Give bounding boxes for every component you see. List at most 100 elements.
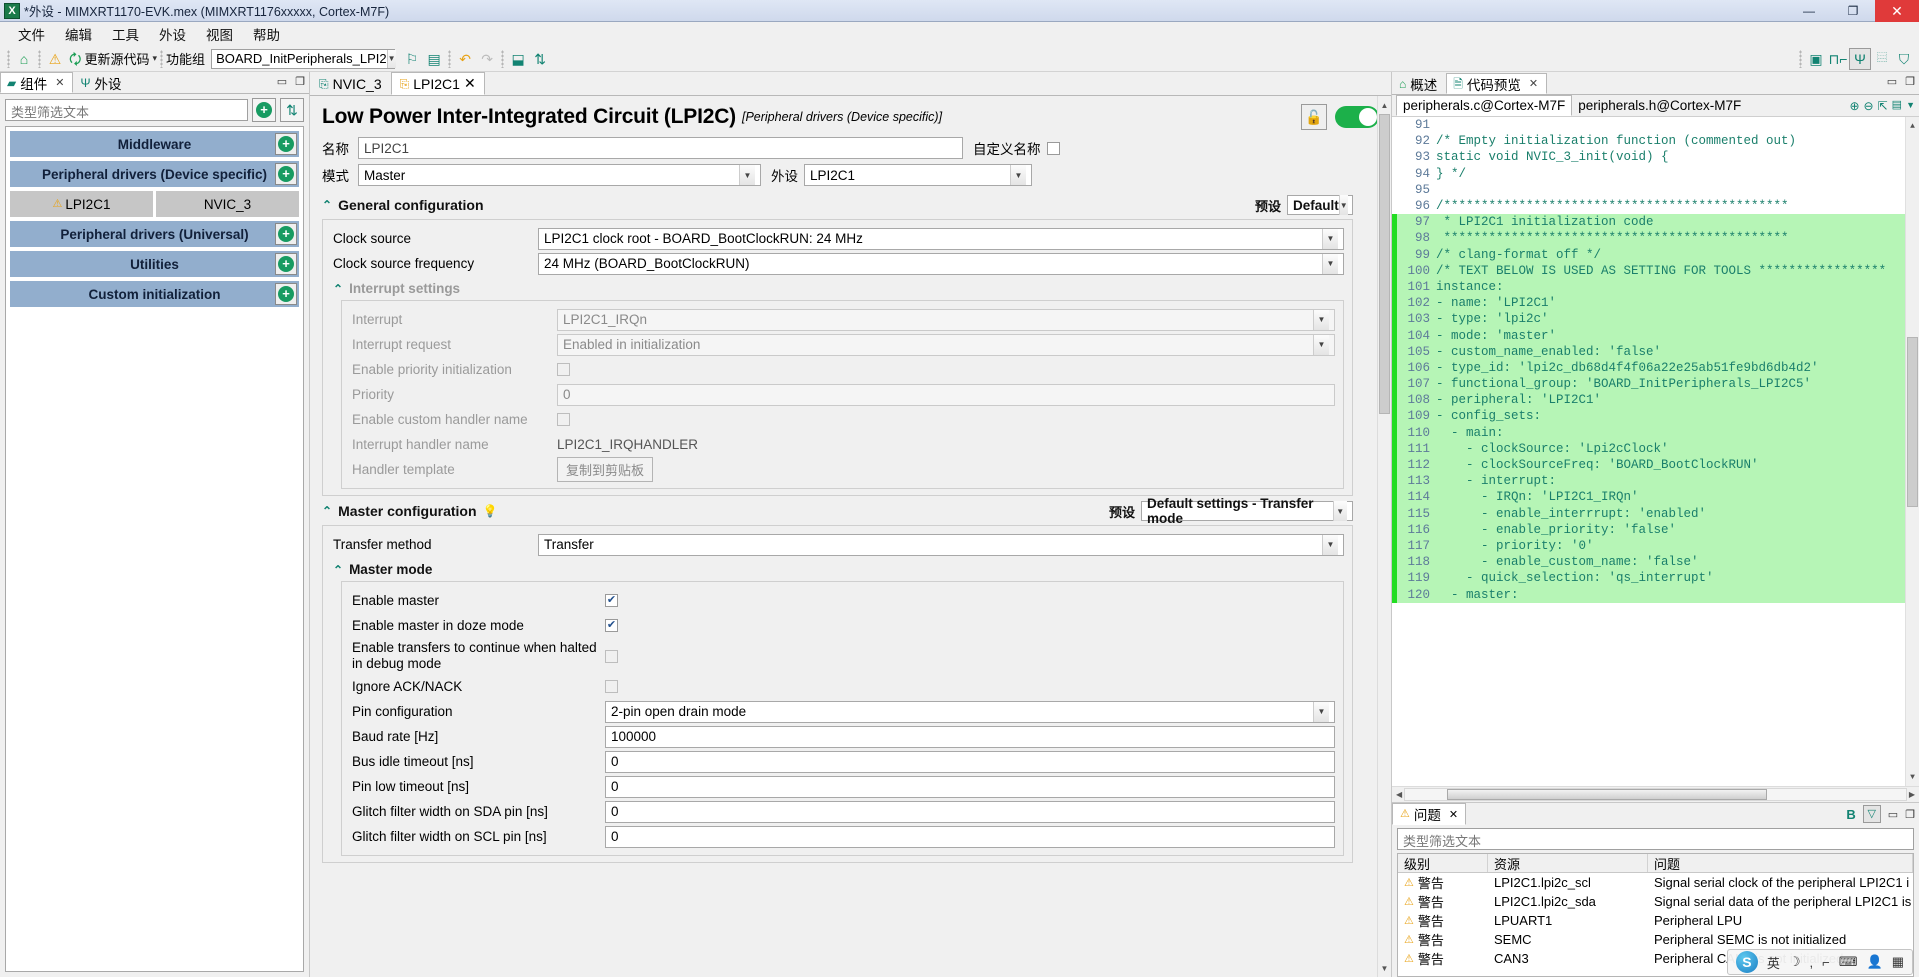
functional-group-select[interactable]: BOARD_InitPeripherals_LPI2 ▼ [211, 48, 396, 69]
scroll-left-icon[interactable]: ◀ [1394, 790, 1404, 799]
enable-peripheral-toggle[interactable] [1335, 106, 1379, 128]
toolbar-drag-handle[interactable] [38, 49, 41, 68]
component-item-nvic3[interactable]: NVIC_3 [156, 191, 299, 217]
table-row[interactable]: ⚠ 警告 SEMC Peripheral SEMC is not initialize… [1398, 930, 1913, 949]
problems-filter-input[interactable]: 类型筛选文本 [1397, 828, 1914, 850]
components-filter-input[interactable]: 类型筛选文本 [5, 99, 248, 121]
add-custom-init-button[interactable]: + [275, 283, 297, 305]
chevron-down-icon[interactable]: ▼ [1322, 534, 1338, 555]
master-preset-select[interactable]: Default settings - Transfer mode ▼ [1141, 496, 1353, 526]
peripherals-icon[interactable]: Ψ [1849, 47, 1871, 70]
peripheral-select[interactable]: LPI2C1 ▼ [804, 164, 1032, 186]
add-component-button[interactable]: + [252, 98, 276, 122]
chevron-down-icon[interactable]: ▼ [1338, 195, 1348, 215]
mode-select[interactable]: Master ▼ [358, 164, 761, 186]
table-row[interactable]: ⚠ 警告 LPI2C1.lpi2c_scl Signal serial clock o… [1398, 873, 1913, 892]
user-icon[interactable]: 👤 [1867, 954, 1883, 970]
group-custom-initialization[interactable]: Custom initialization + [10, 281, 299, 307]
column-header-level[interactable]: 级别 [1398, 854, 1488, 872]
scroll-up-icon[interactable]: ▲ [1907, 119, 1918, 133]
chevron-up-icon[interactable]: ⌃ [322, 504, 332, 518]
close-icon[interactable]: ✕ [1449, 808, 1458, 821]
chevron-down-icon[interactable]: ▼ [386, 49, 396, 68]
glitch-filter-scl-input[interactable]: 0 [605, 825, 1335, 848]
interrupt-settings-header[interactable]: ⌃ Interrupt settings [333, 276, 1344, 300]
enable-master-checkbox[interactable]: ✔ [605, 594, 618, 607]
menu-item-view[interactable]: 视图 [196, 22, 243, 46]
unlock-icon[interactable]: 🔓 [1301, 104, 1327, 130]
editor-vertical-scrollbar[interactable]: ▲ ▼ [1377, 96, 1391, 977]
menu-item-peripherals[interactable]: 外设 [149, 22, 196, 46]
table-row[interactable]: ⚠ 警告 LPUART1 Peripheral LPU [1398, 911, 1913, 930]
menu-item-edit[interactable]: 编辑 [55, 22, 102, 46]
chevron-up-icon[interactable]: ⌃ [333, 282, 343, 296]
update-source-button[interactable]: 🗘 更新源代码 [66, 48, 153, 70]
update-source-dropdown-icon[interactable]: ▾ [153, 53, 158, 64]
group-middleware[interactable]: Middleware + [10, 131, 299, 157]
column-header-problem[interactable]: 问题 [1648, 854, 1913, 872]
warning-icon[interactable]: ⚠ [44, 48, 66, 70]
editor-tab-lpi2c1[interactable]: ⎘ LPI2C1 ✕ [390, 72, 485, 95]
add-middleware-button[interactable]: + [275, 133, 297, 155]
code-viewer[interactable]: 91 92 /* Empty initialization function (co… [1392, 117, 1919, 786]
security-icon[interactable]: ⛉ [1893, 48, 1915, 70]
editor-tab-nvic3[interactable]: ⎘ NVIC_3 [310, 72, 391, 95]
close-icon[interactable]: ✕ [464, 75, 476, 92]
ime-mode-label[interactable]: 英 [1767, 953, 1780, 972]
toolbar-drag-handle[interactable] [501, 49, 505, 68]
tab-overview[interactable]: ⌂ 概述 [1392, 73, 1446, 94]
bulb-icon[interactable]: 💡 [483, 505, 498, 517]
minimize-panel-icon[interactable]: ▭ [1888, 808, 1898, 821]
close-button[interactable]: ✕ [1875, 0, 1919, 22]
column-header-resource[interactable]: 资源 [1488, 854, 1648, 872]
chevron-down-icon[interactable]: ▼ [1313, 701, 1329, 722]
table-row[interactable]: ⚠ 警告 LPI2C1.lpi2c_sda Signal serial data of… [1398, 892, 1913, 911]
code-vertical-scrollbar[interactable]: ▲ ▼ [1905, 117, 1919, 786]
enable-debug-transfers-checkbox[interactable] [605, 649, 618, 663]
group-peripheral-drivers-device-specific[interactable]: Peripheral drivers (Device specific) + [10, 161, 299, 187]
minimize-panel-icon[interactable]: ▭ [277, 75, 287, 88]
chevron-down-icon[interactable]: ▼ [1906, 101, 1915, 110]
add-utility-button[interactable]: + [275, 253, 297, 275]
flag-icon[interactable]: ⚐ [401, 48, 423, 70]
import-icon[interactable]: ⬓ [507, 48, 529, 70]
chevron-down-icon[interactable]: ▼ [1010, 165, 1026, 185]
export-icon[interactable]: ⇱ [1878, 100, 1888, 112]
menu-item-file[interactable]: 文件 [8, 22, 55, 46]
enable-master-doze-checkbox[interactable]: ✔ [605, 619, 618, 632]
transfer-method-select[interactable]: Transfer ▼ [538, 533, 1344, 556]
sort-components-button[interactable]: ⇅ [280, 98, 304, 122]
toolbar-drag-handle[interactable] [7, 49, 10, 68]
clock-source-select[interactable]: LPI2C1 clock root - BOARD_BootClockRUN: … [538, 227, 1344, 250]
close-icon[interactable]: ✕ [1529, 77, 1538, 90]
custom-name-checkbox[interactable] [1046, 141, 1060, 155]
keyboard-icon[interactable]: ⌨ [1839, 954, 1858, 970]
sort-updown-icon[interactable]: ⇅ [529, 48, 551, 70]
pin-signal-icon[interactable]: ⊓⌐ [1827, 48, 1849, 70]
moon-icon[interactable]: ☽ [1789, 954, 1801, 970]
group-utilities[interactable]: Utilities + [10, 251, 299, 277]
comma-icon[interactable]: , [1810, 955, 1814, 970]
clock-source-frequency-select[interactable]: 24 MHz (BOARD_BootClockRUN) ▼ [538, 252, 1344, 275]
tab-peripherals[interactable]: Ψ 外设 [73, 72, 130, 93]
toolbar-drag-handle[interactable] [160, 49, 164, 68]
close-icon[interactable]: ✕ [55, 76, 64, 89]
tab-components[interactable]: ▰ 组件 ✕ [0, 72, 74, 93]
chevron-down-icon[interactable]: ▼ [1332, 501, 1347, 521]
glitch-filter-sda-input[interactable]: 0 [605, 800, 1335, 823]
scrollbar-thumb[interactable] [1447, 789, 1768, 800]
scroll-up-icon[interactable]: ▲ [1379, 98, 1390, 112]
master-configuration-header[interactable]: ⌃ Master configuration 💡 预设 Default sett… [322, 496, 1379, 526]
minimize-panel-icon[interactable]: ▭ [1887, 75, 1897, 88]
menu-item-help[interactable]: 帮助 [243, 22, 290, 46]
filter-icon[interactable]: ▽ [1862, 805, 1881, 823]
tab-code-preview[interactable]: 🗎 代码预览 ✕ [1446, 73, 1548, 94]
chip-icon[interactable]: ▣ [1805, 48, 1827, 70]
scroll-down-icon[interactable]: ▼ [1907, 770, 1918, 784]
grid-icon[interactable]: ▦ [1892, 954, 1904, 970]
menu-item-tools[interactable]: 工具 [102, 22, 149, 46]
chevron-down-icon[interactable]: ▼ [1322, 253, 1338, 274]
toolbar-drag-handle[interactable] [448, 49, 452, 68]
chevron-up-icon[interactable]: ⌃ [333, 563, 343, 577]
add-device-driver-button[interactable]: + [275, 163, 297, 185]
